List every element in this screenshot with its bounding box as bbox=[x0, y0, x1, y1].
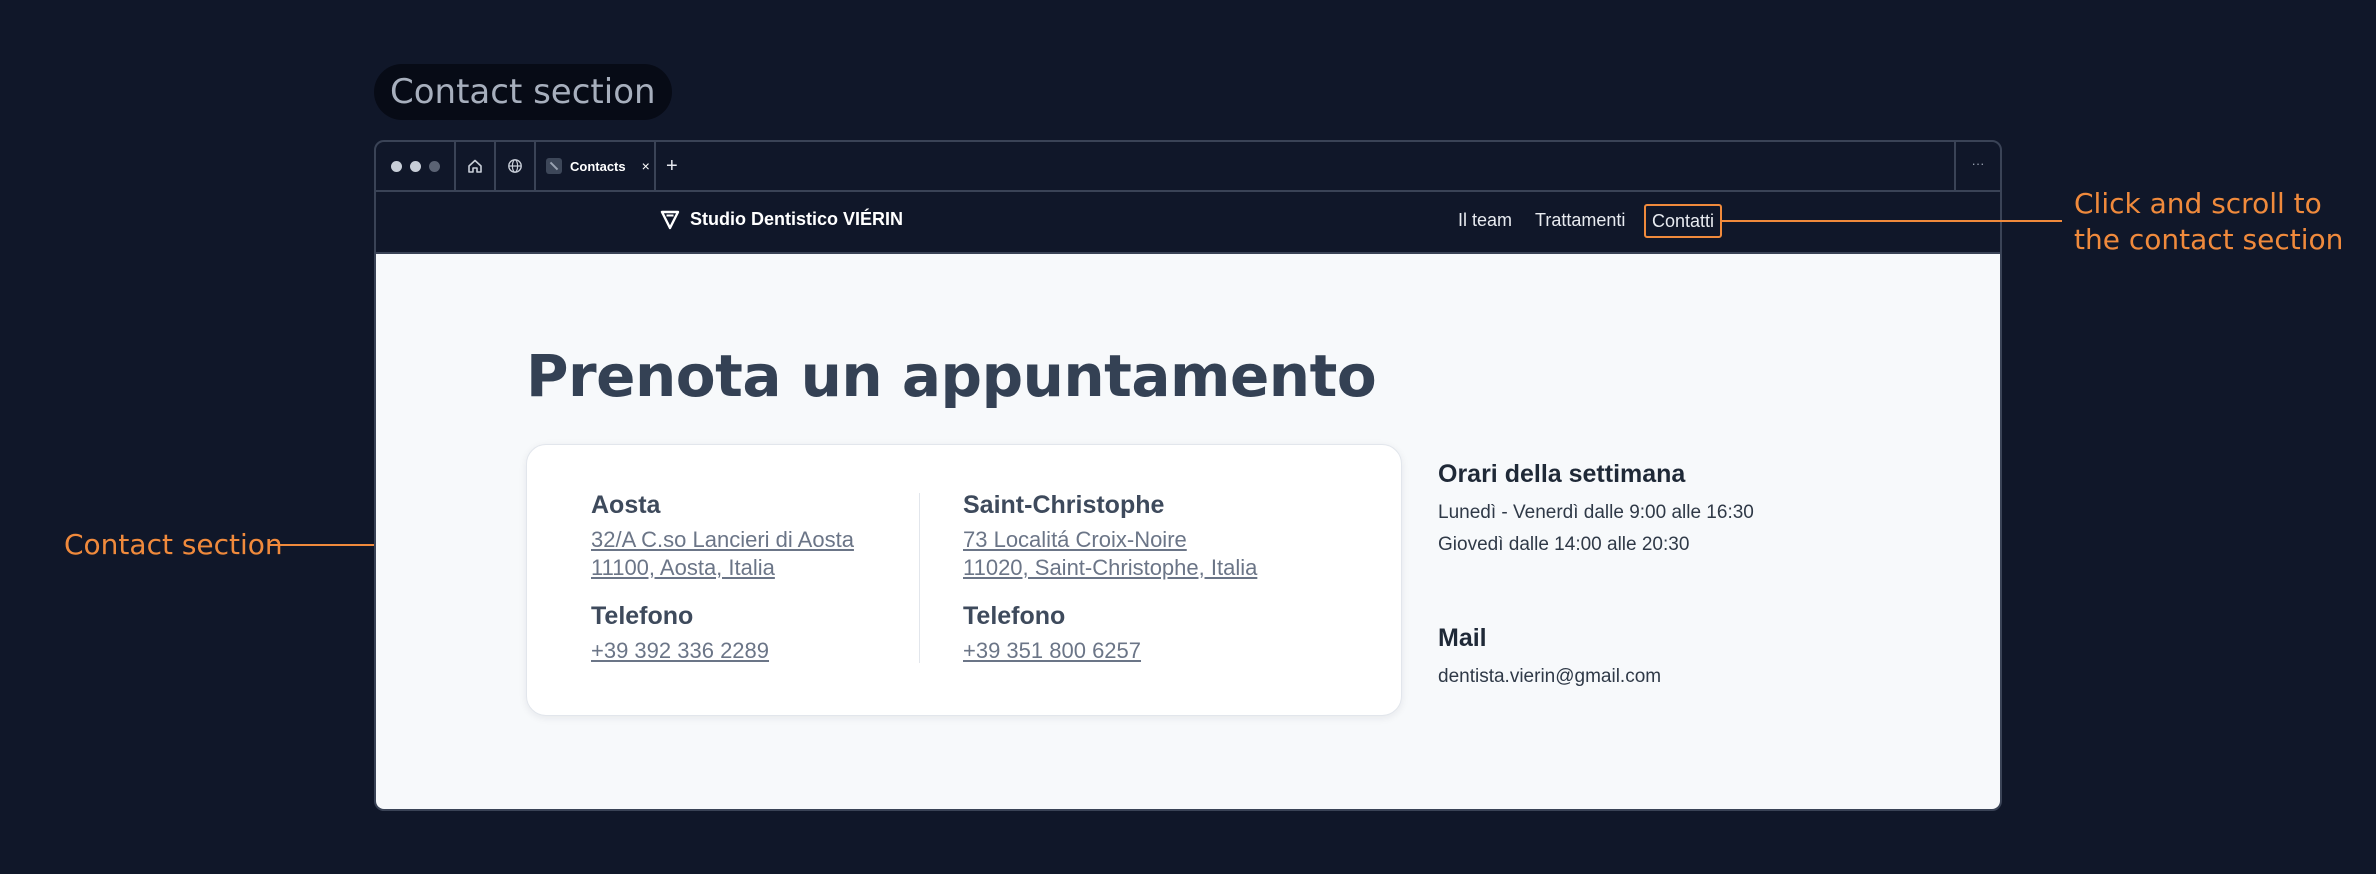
globe-button[interactable] bbox=[496, 142, 536, 190]
location-city: Aosta bbox=[591, 491, 661, 519]
location-city: Saint-Christophe bbox=[963, 491, 1165, 519]
phone-label: Telefono bbox=[591, 602, 694, 630]
locations-card: Aosta 32/A C.so Lancieri di Aosta 11100,… bbox=[526, 444, 1402, 716]
annotation-scroll-hint: Click and scroll to the contact section bbox=[2074, 186, 2343, 258]
phone-label: Telefono bbox=[963, 602, 1066, 630]
window-minimize-dot[interactable] bbox=[409, 160, 421, 172]
tab-label: Contacts bbox=[570, 158, 626, 174]
annotation-line: Click and scroll to bbox=[2074, 187, 2322, 220]
tab-close-icon[interactable]: × bbox=[642, 158, 650, 174]
annotation-line: the contact section bbox=[2074, 223, 2344, 256]
home-button[interactable] bbox=[456, 142, 496, 190]
annotation-contact-section: Contact section bbox=[64, 528, 283, 561]
window-controls bbox=[376, 142, 456, 190]
weekly-hours: Orari della settimana Lunedì - Venerdì d… bbox=[1438, 460, 1754, 561]
location-aosta: Aosta 32/A C.so Lancieri di Aosta 11100,… bbox=[591, 491, 854, 665]
window-close-dot[interactable] bbox=[390, 160, 402, 172]
phone-link[interactable]: +39 392 336 2289 bbox=[591, 637, 854, 665]
section-title-pill: Contact section bbox=[374, 64, 672, 120]
tab-favicon-icon bbox=[546, 158, 562, 174]
phone-link[interactable]: +39 351 800 6257 bbox=[963, 637, 1257, 665]
annotation-connector-right bbox=[1720, 220, 2062, 222]
address-line-1[interactable]: 73 Localitá Croix-Noire bbox=[963, 526, 1257, 554]
browser-window: Contacts × + ··· Studio Dentistico VIÉRI… bbox=[374, 140, 2002, 811]
nav-link-contacts[interactable]: Contatti bbox=[1644, 204, 1723, 238]
location-saint-christophe: Saint-Christophe 73 Localitá Croix-Noire… bbox=[963, 491, 1257, 665]
annotation-connector-left bbox=[268, 544, 374, 546]
address-line-2[interactable]: 11020, Saint-Christophe, Italia bbox=[963, 554, 1257, 582]
more-options-button[interactable]: ··· bbox=[1954, 142, 2000, 190]
home-icon bbox=[468, 159, 482, 173]
site-logo[interactable]: Studio Dentistico VIÉRIN bbox=[660, 209, 903, 230]
nav-link-team[interactable]: Il team bbox=[1458, 210, 1512, 231]
nav-link-treatments[interactable]: Trattamenti bbox=[1535, 210, 1625, 231]
mail-block: Mail dentista.vierin@gmail.com bbox=[1438, 624, 1661, 693]
new-tab-button[interactable]: + bbox=[666, 142, 678, 190]
globe-icon bbox=[508, 159, 522, 173]
tab-contacts[interactable]: Contacts × bbox=[536, 142, 656, 190]
hours-line: Lunedì - Venerdì dalle 9:00 alle 16:30 bbox=[1438, 502, 1754, 523]
page-title: Prenota un appuntamento bbox=[526, 342, 1377, 410]
address-line-2[interactable]: 11100, Aosta, Italia bbox=[591, 554, 854, 582]
browser-tab-bar: Contacts × + ··· bbox=[376, 142, 2000, 192]
address-line-1[interactable]: 32/A C.so Lancieri di Aosta bbox=[591, 526, 854, 554]
contact-section: Prenota un appuntamento Aosta 32/A C.so … bbox=[376, 254, 2000, 809]
site-navbar: Studio Dentistico VIÉRIN Il team Trattam… bbox=[376, 192, 2000, 254]
mail-address[interactable]: dentista.vierin@gmail.com bbox=[1438, 661, 1661, 693]
card-divider bbox=[919, 493, 920, 663]
hours-title: Orari della settimana bbox=[1438, 460, 1686, 488]
logo-icon bbox=[660, 210, 680, 229]
brand-name: Studio Dentistico VIÉRIN bbox=[690, 209, 904, 229]
hours-line: Giovedì dalle 14:00 alle 20:30 bbox=[1438, 534, 1690, 555]
mail-title: Mail bbox=[1438, 624, 1487, 652]
window-maximize-dot[interactable] bbox=[428, 160, 440, 172]
